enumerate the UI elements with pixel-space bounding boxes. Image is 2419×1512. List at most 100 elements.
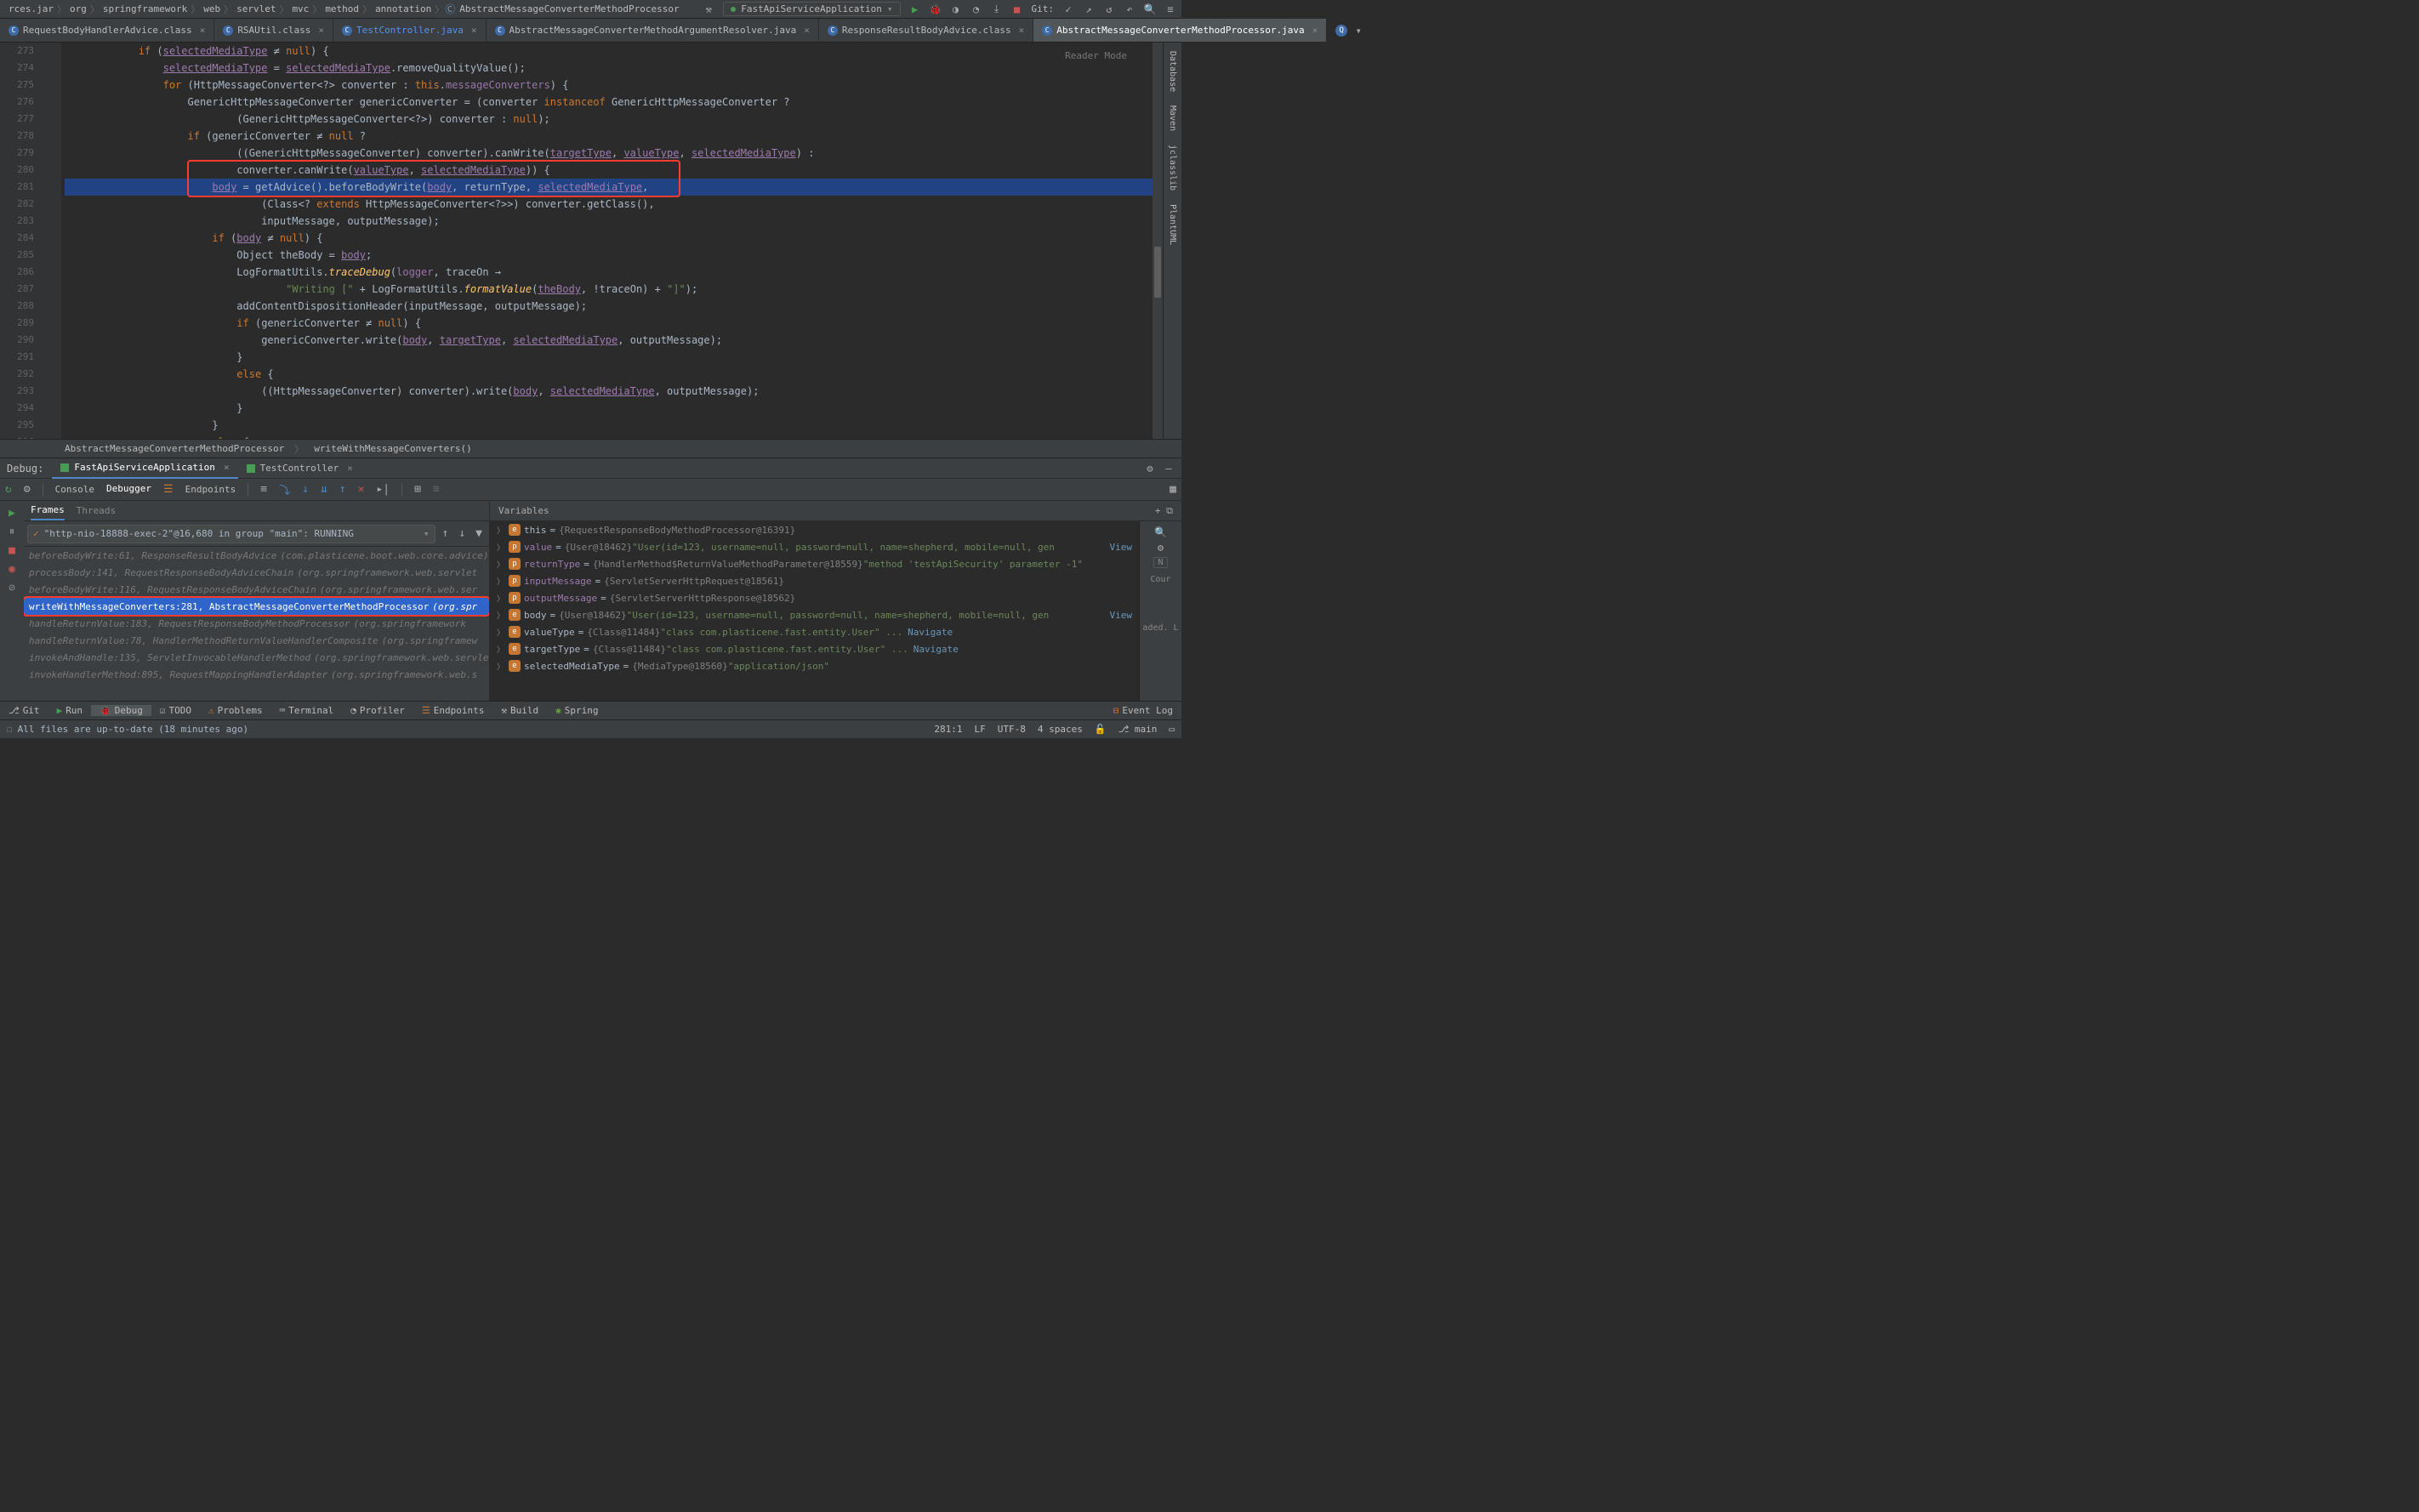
variable-row[interactable]: 〉 p returnType = {HandlerMethod$ReturnVa… — [490, 555, 1139, 572]
expand-icon[interactable]: 〉 — [497, 644, 509, 655]
evaluate-icon[interactable]: ⊞ — [414, 483, 421, 496]
profile-icon[interactable]: ◔ — [970, 3, 982, 15]
close-icon[interactable]: × — [347, 463, 353, 474]
stack-frame-row[interactable]: beforeBodyWrite:116, RequestResponseBody… — [24, 581, 489, 598]
reader-mode-label[interactable]: Reader Mode — [1065, 48, 1127, 65]
event-log[interactable]: ⊟Event Log — [1105, 705, 1181, 716]
watch-settings-icon[interactable]: ⚙ — [1155, 542, 1167, 554]
tool-todo[interactable]: ☑TODO — [151, 705, 200, 716]
expand-icon[interactable]: 〉 — [497, 661, 509, 672]
code-line[interactable]: } — [65, 400, 1153, 417]
rerun-icon[interactable]: ↻ — [5, 483, 12, 496]
hammer-icon[interactable]: ⚒ — [703, 3, 714, 15]
variable-row[interactable]: 〉 e targetType = {Class@11484} "class co… — [490, 640, 1139, 657]
tool-plantuml[interactable]: PlantUML — [1168, 204, 1177, 245]
close-tab-icon[interactable]: × — [471, 25, 477, 36]
caret-position[interactable]: 281:1 — [934, 724, 962, 735]
code-line[interactable]: else { — [65, 434, 1153, 439]
debug-config-tab[interactable]: TestController × — [238, 458, 361, 479]
debug-icon[interactable]: 🐞 — [930, 3, 942, 15]
view-breakpoints-icon[interactable]: ◉ — [5, 562, 19, 576]
expand-icon[interactable]: 〉 — [497, 525, 509, 536]
status-icon[interactable]: ☐ — [7, 724, 13, 735]
debug-settings-icon[interactable]: ⚙ — [1144, 463, 1156, 475]
crumb[interactable]: org — [66, 3, 90, 14]
code-line[interactable]: LogFormatUtils.traceDebug(logger, traceO… — [65, 264, 1153, 281]
variable-row[interactable]: 〉 p inputMessage = {ServletServerHttpReq… — [490, 572, 1139, 589]
show-exec-point-icon[interactable]: ≡ — [260, 483, 267, 496]
git-history-icon[interactable]: ↺ — [1103, 3, 1115, 15]
stack-frame-row[interactable]: writeWithMessageConverters:281, Abstract… — [24, 598, 489, 615]
git-rollback-icon[interactable]: ↶ — [1124, 3, 1136, 15]
tool-problems[interactable]: ⚠Problems — [200, 705, 271, 716]
code-line[interactable]: for (HttpMessageConverter<?> converter :… — [65, 77, 1153, 94]
watch-search-icon[interactable]: 🔍 — [1155, 526, 1167, 538]
variable-row[interactable]: 〉 e this = {RequestResponseBodyMethodPro… — [490, 521, 1139, 538]
tool-profiler[interactable]: ◔Profiler — [342, 705, 413, 716]
run-icon[interactable]: ▶ — [909, 3, 921, 15]
git-update-icon[interactable]: ✓ — [1062, 3, 1074, 15]
editor-tab[interactable]: C ResponseResultBodyAdvice.class × — [819, 19, 1033, 42]
code-line[interactable]: addContentDispositionHeader(inputMessage… — [65, 298, 1153, 315]
tool-jclasslib[interactable]: jclasslib — [1168, 145, 1177, 190]
expand-icon[interactable]: 〉 — [497, 610, 509, 621]
search-tabs-icon[interactable]: Q — [1335, 25, 1347, 37]
readonly-icon[interactable]: 🔓 — [1095, 724, 1107, 735]
memory-indicator[interactable]: ▭ — [1169, 724, 1175, 735]
code-line[interactable]: ((GenericHttpMessageConverter) converter… — [65, 145, 1153, 162]
close-tab-icon[interactable]: × — [1312, 25, 1318, 36]
line-separator[interactable]: LF — [975, 724, 986, 735]
close-icon[interactable]: × — [224, 462, 230, 473]
expand-icon[interactable]: 〉 — [497, 559, 509, 570]
code-line[interactable]: "Writing [" + LogFormatUtils.formatValue… — [65, 281, 1153, 298]
debug-config-tab[interactable]: FastApiServiceApplication × — [52, 458, 237, 479]
variable-row[interactable]: 〉 e body = {User@18462} "User(id=123, us… — [490, 606, 1139, 623]
code-line[interactable]: (Class<? extends HttpMessageConverter<?>… — [65, 196, 1153, 213]
code-line[interactable]: GenericHttpMessageConverter genericConve… — [65, 94, 1153, 111]
layout-icon[interactable]: ▦ — [1170, 483, 1176, 496]
variable-row[interactable]: 〉 p outputMessage = {ServletServerHttpRe… — [490, 589, 1139, 606]
crumb[interactable]: springframework — [100, 3, 191, 14]
editor-tab[interactable]: C RSAUtil.class × — [214, 19, 333, 42]
git-push-icon[interactable]: ↗ — [1083, 3, 1095, 15]
run-config-combo[interactable]: FastApiServiceApplication ▾ — [723, 2, 900, 16]
stack-frame-row[interactable]: invokeAndHandle:135, ServletInvocableHan… — [24, 649, 489, 666]
variable-row[interactable]: 〉 p value = {User@18462} "User(id=123, u… — [490, 538, 1139, 555]
tool-build[interactable]: ⚒Build — [492, 705, 547, 716]
step-into-icon[interactable]: ↓ — [302, 483, 309, 496]
code-line[interactable]: converter.canWrite(valueType, selectedMe… — [65, 162, 1153, 179]
tool-maven[interactable]: Maven — [1168, 105, 1177, 131]
editor-tab[interactable]: C RequestBodyHandlerAdvice.class × — [0, 19, 214, 42]
run-to-cursor-icon[interactable]: ▸| — [376, 483, 390, 496]
navigate-link[interactable]: Navigate — [914, 644, 959, 655]
next-frame-icon[interactable]: ↓ — [455, 527, 469, 540]
expand-icon[interactable]: 〉 — [497, 576, 509, 587]
variables-list[interactable]: 〉 e this = {RequestResponseBodyMethodPro… — [490, 521, 1139, 701]
close-tab-icon[interactable]: × — [1019, 25, 1025, 36]
code-line[interactable]: (GenericHttpMessageConverter<?>) convert… — [65, 111, 1153, 128]
prev-frame-icon[interactable]: ↑ — [439, 527, 452, 540]
step-over-icon[interactable]: ⤵ — [279, 481, 290, 497]
code-line[interactable]: if (body ≠ null) { — [65, 230, 1153, 247]
attach-icon[interactable]: ⤓ — [991, 3, 1003, 15]
stack-frame-row[interactable]: handleReturnValue:183, RequestResponseBo… — [24, 615, 489, 632]
crumb[interactable]: AbstractMessageConverterMethodProcessor — [60, 443, 289, 454]
crumb[interactable]: annotation — [372, 3, 435, 14]
editor-tab[interactable]: C TestController.java × — [333, 19, 486, 42]
crumb[interactable]: AbstractMessageConverterMethodProcessor — [456, 3, 682, 14]
crumb[interactable]: web — [200, 3, 224, 14]
code-line[interactable]: else { — [65, 366, 1153, 383]
code-line[interactable]: body = getAdvice().beforeBodyWrite(body,… — [65, 179, 1153, 196]
frames-tab[interactable]: Frames — [31, 501, 65, 520]
tool-debug[interactable]: 🐞Debug — [91, 705, 151, 716]
endpoints-icon[interactable]: ☰ — [163, 483, 174, 496]
drop-frame-icon[interactable]: ✕ — [358, 483, 365, 496]
link-icon[interactable]: ⧉ — [1166, 505, 1173, 516]
console-tab[interactable]: Console — [55, 484, 94, 495]
crumb[interactable]: servlet — [233, 3, 279, 14]
crumb[interactable]: method — [322, 3, 362, 14]
mute-breakpoints-icon[interactable]: ⊘ — [5, 581, 19, 594]
frames-list[interactable]: beforeBodyWrite:61, ResponseResultBodyAd… — [24, 547, 489, 701]
stack-frame-row[interactable]: handleReturnValue:78, HandlerMethodRetur… — [24, 632, 489, 649]
file-encoding[interactable]: UTF-8 — [998, 724, 1026, 735]
